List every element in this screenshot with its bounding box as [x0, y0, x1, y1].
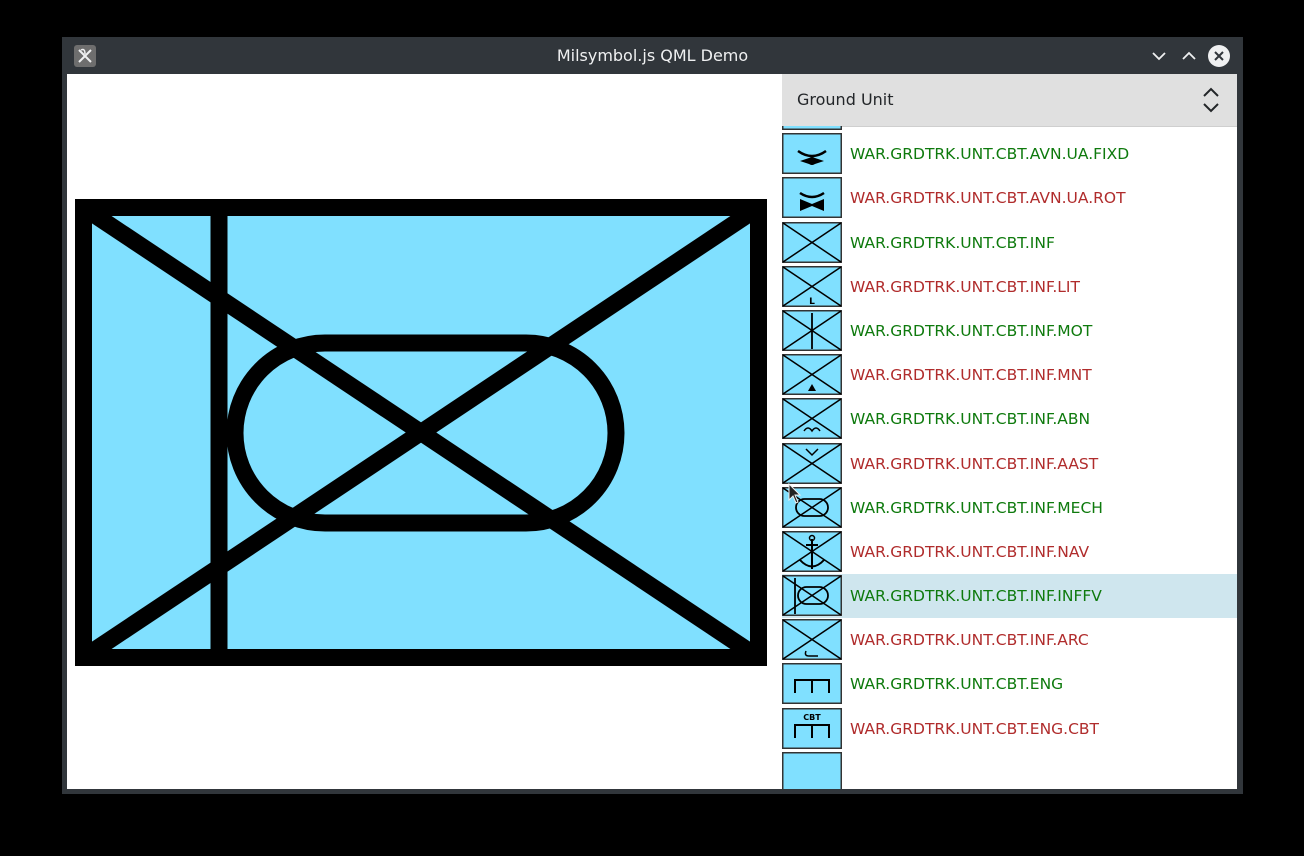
list-item[interactable]: WAR.GRDTRK.UNT.CBT.INF.MECH	[782, 486, 1237, 530]
symbol-code-label: WAR.GRDTRK.UNT.CBT.INF.MOT	[850, 321, 1093, 340]
arctic-infantry-icon	[782, 619, 842, 661]
naval-infantry-icon	[782, 530, 842, 572]
motorized-infantry-icon	[782, 309, 842, 351]
symbol-code-label: WAR.GRDTRK.UNT.CBT.INF.LIT	[850, 277, 1080, 296]
main-content: Ground Unit WAR.GRDTRK.UNT.CBT.AVN.UAWAR…	[67, 74, 1237, 789]
list-item[interactable]: WAR.GRDTRK.UNT.CBT.INF	[782, 221, 1237, 265]
symbol-code-label: WAR.GRDTRK.UNT.CBT.INF.ARC	[850, 631, 1089, 650]
close-icon	[1214, 51, 1224, 61]
list-item[interactable]: WAR.GRDTRK.UNT.CBT.INF.AAST	[782, 442, 1237, 486]
symbol-code-label: WAR.GRDTRK.UNT.CBT.INF.ABN	[850, 410, 1091, 429]
airborne-infantry-icon	[782, 398, 842, 440]
engineer-icon	[782, 663, 842, 705]
next-symbol-icon	[782, 751, 842, 789]
symbol-modifier-label: CBT	[803, 713, 821, 722]
up-down-arrows-icon	[1203, 87, 1219, 113]
light-infantry-icon: L	[782, 265, 842, 307]
list-item[interactable]: WAR.GRDTRK.UNT.CBT.INF.ABN	[782, 397, 1237, 441]
symbol-code-label: WAR.GRDTRK.UNT.CBT.ENG	[850, 675, 1064, 694]
symbol-code-label: WAR.GRDTRK.UNT.CBT.INF.NAV	[850, 542, 1090, 561]
symbol-list[interactable]: WAR.GRDTRK.UNT.CBT.AVN.UA WAR.GRDTRK.UNT.…	[782, 126, 1237, 789]
symbol-code-label: WAR.GRDTRK.UNT.CBT.ENG.CBT	[850, 719, 1100, 738]
list-item[interactable]: CBT WAR.GRDTRK.UNT.CBT.ENG.CBT	[782, 707, 1237, 751]
symbol-code-label: WAR.GRDTRK.UNT.CBT.INF.AAST	[850, 454, 1099, 473]
uav-rotary-icon	[782, 177, 842, 219]
uav-icon	[782, 126, 842, 130]
maximize-button[interactable]	[1178, 45, 1200, 67]
symbol-code-label: WAR.GRDTRK.UNT.CBT.AVN.UA.FIXD	[850, 145, 1130, 164]
close-button[interactable]	[1208, 45, 1230, 67]
list-item[interactable]: WAR.GRDTRK.UNT.CBT.INF.NAV	[782, 530, 1237, 574]
symbol-preview	[75, 199, 767, 666]
list-item[interactable]: WAR.GRDTRK.UNT.CBT.INF.MOT	[782, 309, 1237, 353]
list-item[interactable]: WAR.GRDTRK.UNT.CBT.INF.MNT	[782, 353, 1237, 397]
app-window: Milsymbol.js QML Demo Ground Unit WAR.GR…	[62, 37, 1243, 794]
window-title: Milsymbol.js QML Demo	[556, 46, 749, 65]
infantry-fighting-vehicle-icon	[782, 575, 842, 617]
combat-engineer-icon: CBT	[782, 707, 842, 749]
symbol-modifier-label: L	[809, 297, 815, 307]
minimize-button[interactable]	[1148, 45, 1170, 67]
list-item[interactable]: WAR.GRDTRK.UNT.CBT.INF.INFFV	[782, 574, 1237, 619]
symbol-code-label: WAR.GRDTRK.UNT.CBT.AVN.UA	[850, 126, 1088, 132]
symbol-code-label: WAR.GRDTRK.UNT.CBT.INF.INFFV	[850, 587, 1102, 606]
symbol-code-label: WAR.GRDTRK.UNT.CBT.INF	[850, 233, 1055, 252]
infantry-fighting-vehicle-symbol	[75, 199, 767, 666]
list-item[interactable]: WAR.GRDTRK.UNT.CBT.AVN.UA.ROT	[782, 176, 1237, 220]
list-item[interactable]: WAR.GRDTRK.UNT.CBT.AVN.UA.FIXD	[782, 132, 1237, 176]
symbol-panel: Ground Unit WAR.GRDTRK.UNT.CBT.AVN.UAWAR…	[782, 74, 1237, 789]
symbol-code-label: WAR.GRDTRK.UNT.CBT.AVN.UA.ROT	[850, 189, 1126, 208]
mouse-cursor-icon	[788, 483, 802, 504]
chevron-up-icon	[1182, 51, 1196, 60]
mountain-infantry-icon	[782, 354, 842, 396]
uav-fixed-wing-icon	[782, 133, 842, 175]
title-bar[interactable]: Milsymbol.js QML Demo	[62, 37, 1243, 74]
chevron-down-icon	[1152, 52, 1166, 61]
infantry-icon	[782, 221, 842, 263]
list-item[interactable]: L WAR.GRDTRK.UNT.CBT.INF.LIT	[782, 265, 1237, 309]
list-item[interactable]: WAR.GRDTRK.UNT.CBT.ENG	[782, 662, 1237, 706]
symbol-code-label: WAR.GRDTRK.UNT.CBT.INF.MNT	[850, 366, 1092, 385]
list-item[interactable]: WAR.GRDTRK.UNT.CBT.INF.ARC	[782, 618, 1237, 662]
symbol-code-label: WAR.GRDTRK.UNT.CBT.INF.MECH	[850, 498, 1103, 517]
air-assault-infantry-icon	[782, 442, 842, 484]
category-combobox[interactable]: Ground Unit	[782, 74, 1237, 127]
category-combobox-value: Ground Unit	[797, 90, 894, 109]
list-item[interactable]	[782, 751, 1237, 789]
